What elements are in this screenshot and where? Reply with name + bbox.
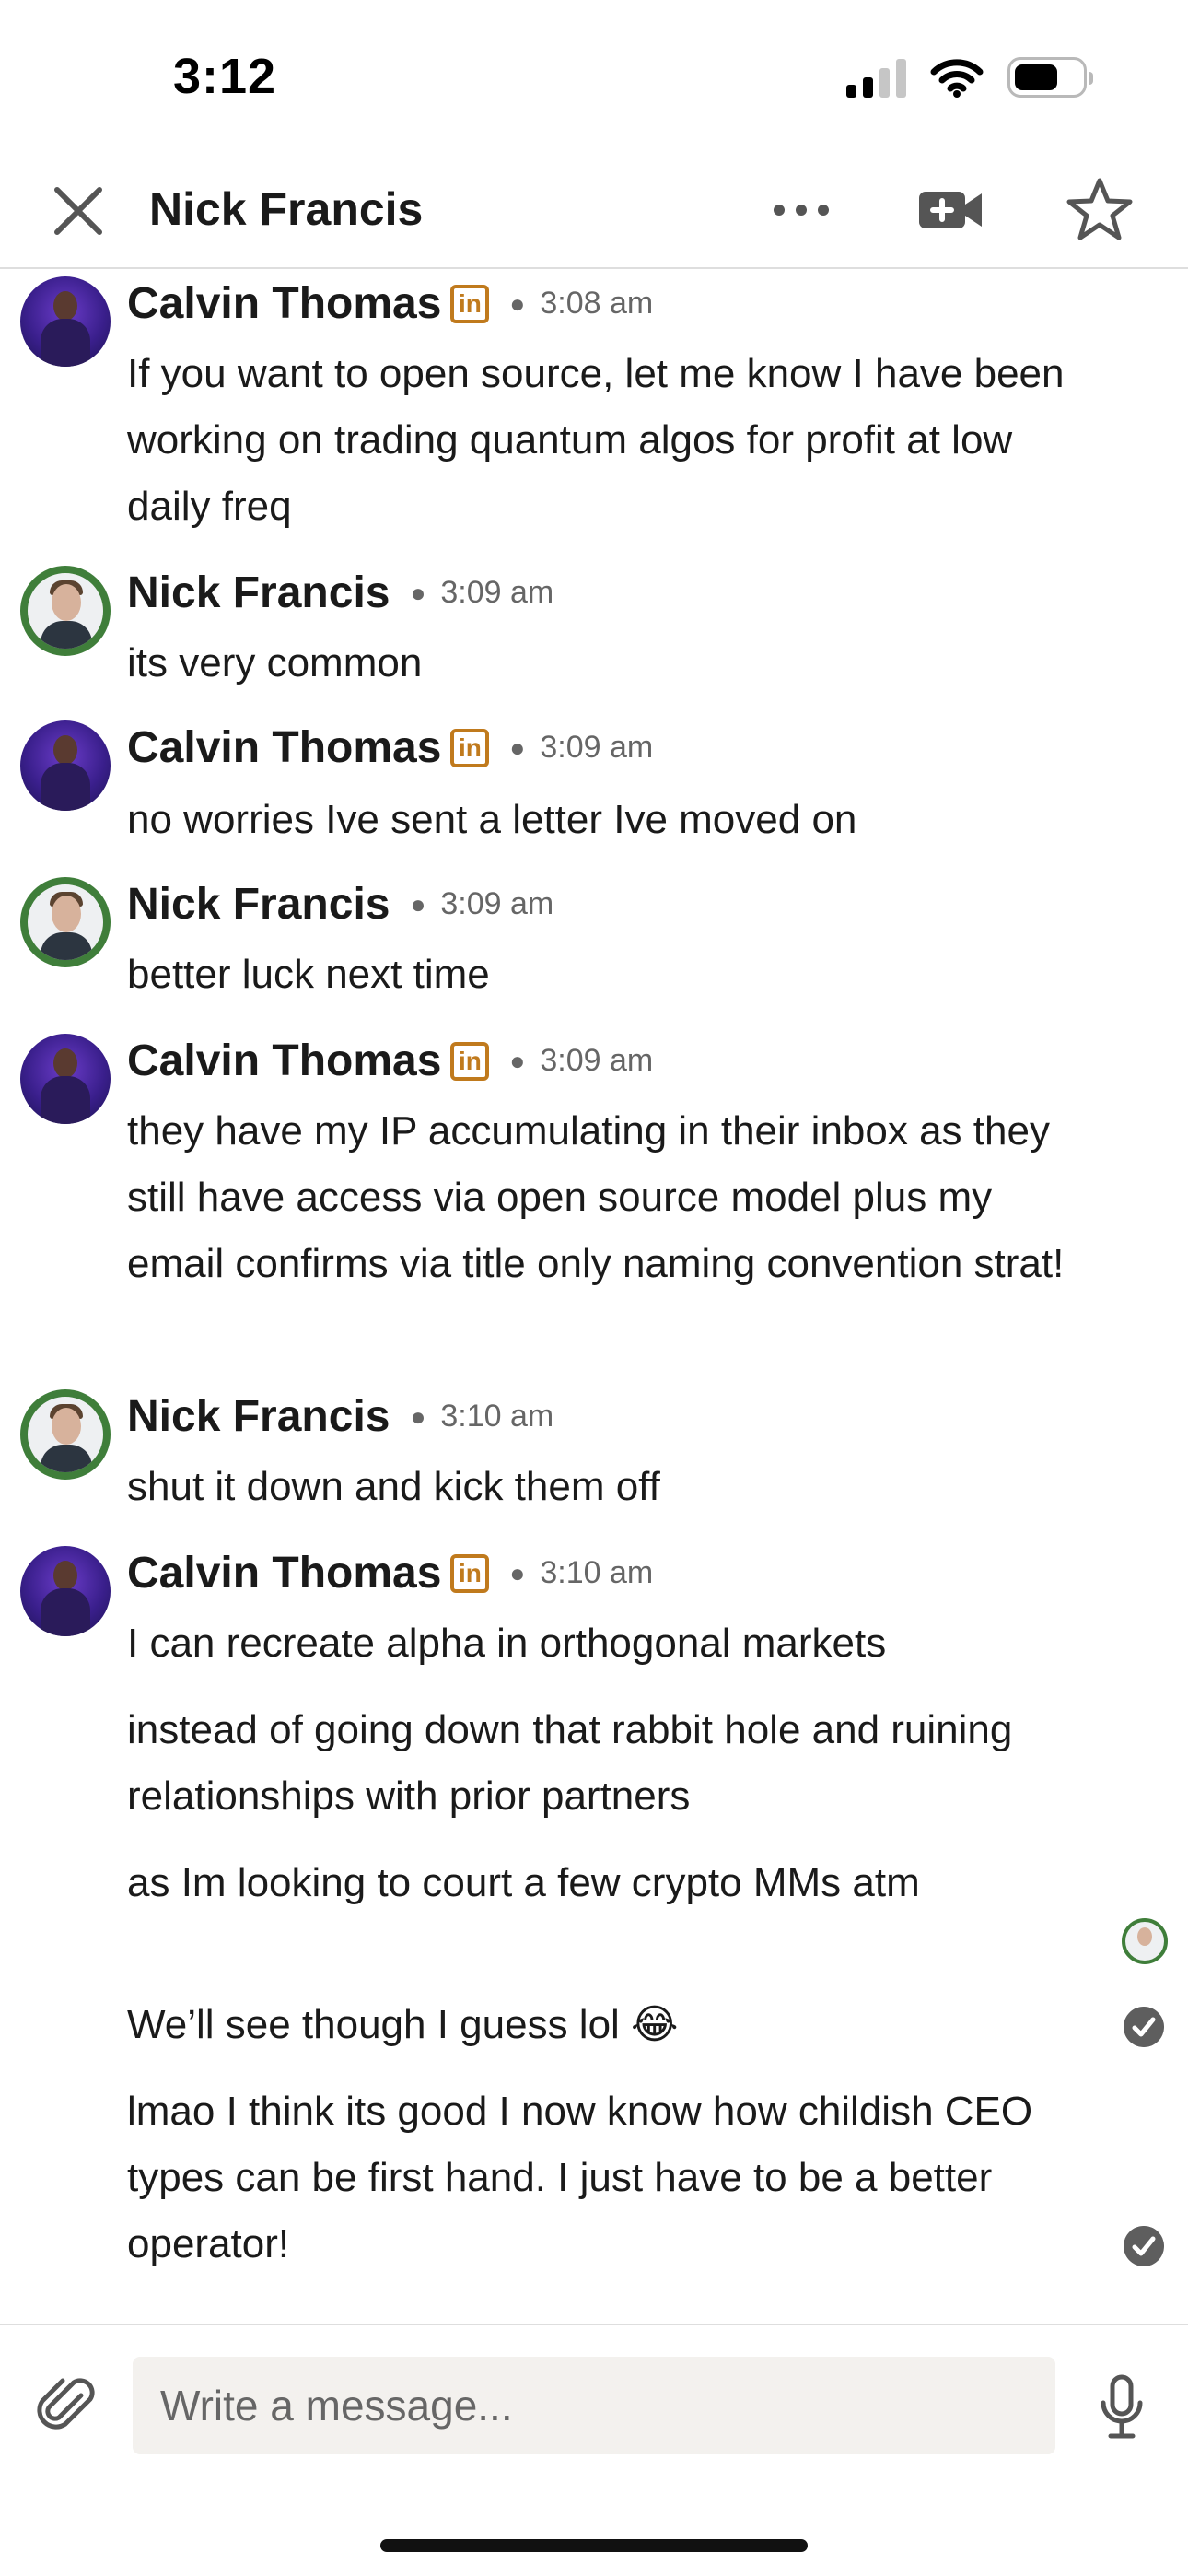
close-icon[interactable] bbox=[48, 181, 109, 241]
message-time: 3:09 am bbox=[440, 886, 554, 921]
battery-icon bbox=[1007, 57, 1093, 98]
separator-dot: ● bbox=[410, 578, 426, 607]
message-header: Nick Francis ● 3:09 am bbox=[127, 879, 553, 930]
avatar-nick-francis[interactable] bbox=[20, 1389, 111, 1480]
linkedin-icon: in bbox=[450, 284, 490, 323]
read-receipt-avatar bbox=[1122, 1918, 1168, 1964]
cellular-signal-icon bbox=[846, 57, 906, 98]
microphone-icon[interactable] bbox=[1098, 2373, 1146, 2441]
message-text: as Im looking to court a few crypto MMs … bbox=[127, 1860, 920, 1905]
message-text: better luck next time bbox=[127, 952, 490, 997]
message-header: Nick Francis ● 3:10 am bbox=[127, 1391, 553, 1442]
message-time: 3:10 am bbox=[540, 1555, 654, 1590]
attachment-icon[interactable] bbox=[37, 2375, 98, 2436]
message-text: its very common bbox=[127, 640, 423, 685]
separator-dot: ● bbox=[410, 889, 426, 919]
avatar-nick-francis[interactable] bbox=[20, 566, 111, 656]
sender-name[interactable]: Calvin Thomas bbox=[127, 722, 441, 773]
avatar-nick-francis[interactable] bbox=[20, 877, 111, 967]
separator-dot: ● bbox=[509, 288, 526, 318]
avatar-calvin-thomas[interactable] bbox=[20, 1034, 111, 1124]
star-icon[interactable] bbox=[1065, 175, 1135, 245]
avatar-calvin-thomas[interactable] bbox=[20, 276, 111, 367]
message-header: Calvin Thomas in ● 3:08 am bbox=[127, 278, 653, 329]
message-text: lmao I think its good I now know how chi… bbox=[127, 2089, 1033, 2266]
message-text: I can recreate alpha in orthogonal marke… bbox=[127, 1621, 887, 1666]
message-header: Calvin Thomas in ● 3:09 am bbox=[127, 722, 653, 773]
message-time: 3:09 am bbox=[540, 730, 654, 765]
linkedin-icon: in bbox=[450, 728, 490, 767]
sender-name[interactable]: Nick Francis bbox=[127, 879, 390, 930]
message-text: If you want to open source, let me know … bbox=[127, 351, 1065, 529]
message-header: Nick Francis ● 3:09 am bbox=[127, 568, 553, 618]
separator-dot: ● bbox=[509, 1558, 526, 1587]
status-bar: 3:12 bbox=[0, 0, 1188, 157]
message-header: Calvin Thomas in ● 3:10 am bbox=[127, 1548, 653, 1598]
separator-dot: ● bbox=[509, 1046, 526, 1075]
conversation-header: Nick Francis bbox=[0, 157, 1188, 269]
message-text: instead of going down that rabbit hole a… bbox=[127, 1707, 1013, 1819]
linkedin-icon: in bbox=[450, 1041, 490, 1081]
video-call-icon[interactable] bbox=[917, 182, 984, 238]
avatar-calvin-thomas[interactable] bbox=[20, 720, 111, 811]
home-indicator[interactable] bbox=[380, 2539, 808, 2552]
message-text: We’ll see though I guess lol 😂 bbox=[127, 2002, 679, 2047]
avatar-calvin-thomas[interactable] bbox=[20, 1546, 111, 1636]
status-icons bbox=[846, 57, 1093, 98]
message-input[interactable] bbox=[133, 2357, 1055, 2454]
more-icon[interactable] bbox=[766, 182, 836, 238]
check-icon bbox=[1124, 2226, 1164, 2266]
message-composer bbox=[0, 2324, 1188, 2471]
message-text: shut it down and kick them off bbox=[127, 1464, 660, 1509]
message-time: 3:09 am bbox=[540, 1043, 654, 1078]
check-icon bbox=[1124, 2007, 1164, 2047]
sender-name[interactable]: Calvin Thomas bbox=[127, 278, 441, 329]
sender-name[interactable]: Calvin Thomas bbox=[127, 1548, 441, 1598]
wifi-icon bbox=[930, 59, 984, 98]
separator-dot: ● bbox=[410, 1401, 426, 1431]
sender-name[interactable]: Calvin Thomas bbox=[127, 1036, 441, 1086]
message-header: Calvin Thomas in ● 3:09 am bbox=[127, 1036, 653, 1086]
message-time: 3:10 am bbox=[440, 1399, 554, 1434]
message-time: 3:09 am bbox=[440, 575, 554, 610]
linkedin-icon: in bbox=[450, 1553, 490, 1593]
sender-name[interactable]: Nick Francis bbox=[127, 1391, 390, 1442]
sender-name[interactable]: Nick Francis bbox=[127, 568, 390, 618]
message-text: they have my IP accumulating in their in… bbox=[127, 1108, 1065, 1286]
message-time: 3:08 am bbox=[540, 286, 654, 321]
message-text: no worries Ive sent a letter Ive moved o… bbox=[127, 797, 857, 842]
status-time: 3:12 bbox=[173, 49, 277, 104]
message-list[interactable]: Calvin Thomas in ● 3:08 am If you want t… bbox=[0, 269, 1188, 2324]
separator-dot: ● bbox=[509, 732, 526, 762]
conversation-title[interactable]: Nick Francis bbox=[149, 182, 423, 236]
